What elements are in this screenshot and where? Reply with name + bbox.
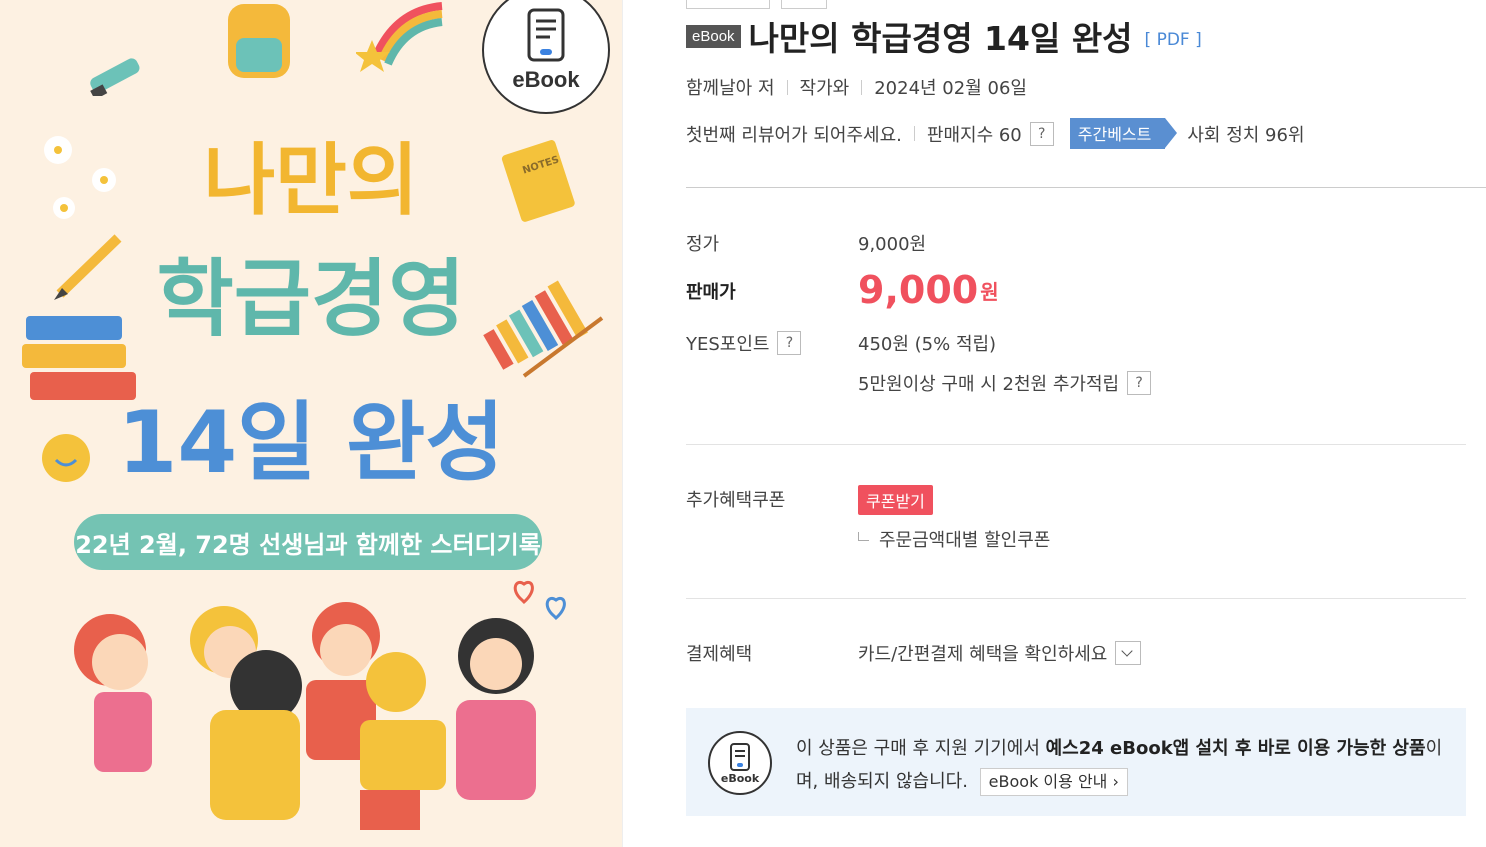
category-rank[interactable]: 사회 정치 96위: [1187, 121, 1304, 147]
ebook-badge: eBook: [482, 0, 610, 114]
book-cover[interactable]: NOTES 나만의 학급경영 14일 완성 22년 2월, 72명 선생님과 함…: [0, 0, 623, 847]
review-prompt-link[interactable]: 첫번째 리뷰어가 되어주세요.: [686, 121, 902, 147]
points-extra-help-icon[interactable]: ?: [1127, 371, 1152, 395]
ebook-device-icon: [527, 8, 565, 62]
cover-subtitle: 22년 2월, 72명 선생님과 함께한 스터디기록: [74, 514, 542, 570]
payment-benefit-text[interactable]: 카드/간편결제 혜택을 확인하세요: [858, 640, 1107, 666]
sale-price-unit: 원: [980, 279, 999, 304]
sales-index: 판매지수 60: [926, 124, 1022, 146]
ebook-tag: eBook: [686, 24, 741, 48]
sale-price-value: 9,000: [858, 268, 979, 312]
chevron-right-icon: ›: [1112, 772, 1119, 791]
sale-price-label: 판매가: [686, 282, 736, 303]
ebook-notice: eBook 이 상품은 구매 후 지원 기기에서 예스24 eBook앱 설치 …: [686, 708, 1466, 816]
sale-price: 9,000 원: [858, 268, 999, 312]
ebook-notice-text: 이 상품은 구매 후 지원 기기에서 예스24 eBook앱 설치 후 바로 이…: [796, 732, 1456, 798]
backpack-icon: [228, 4, 290, 78]
divider: [786, 79, 788, 95]
chevron-down-icon[interactable]: [1115, 641, 1142, 665]
divider: [686, 444, 1466, 445]
points-label: YES포인트: [686, 334, 770, 355]
sub-item-corner-icon: [858, 531, 869, 541]
payment-row: 카드/간편결제 혜택을 확인하세요: [858, 640, 1142, 666]
ebook-badge-label: eBook: [512, 67, 580, 92]
author-link[interactable]: 함께날아 저: [686, 74, 775, 100]
children-illustration: [74, 602, 536, 830]
ebook-notice-icon: eBook: [708, 731, 772, 795]
cover-title-line1: 나만의: [203, 136, 419, 226]
product-title: 나만의 학급경영 14일 완성: [748, 19, 1133, 58]
product-stats: 첫번째 리뷰어가 되어주세요. 판매지수 60 ? 주간베스트 사회 정치 96…: [686, 118, 1305, 149]
points-extra: 5만원이상 구매 시 2천원 추가적립: [858, 374, 1120, 395]
points-value: 450원 (5% 적립): [858, 334, 997, 355]
cover-title-line3: 14일 완성: [117, 393, 505, 493]
list-price-value: 9,000원: [858, 234, 927, 255]
points-help-icon[interactable]: ?: [777, 331, 802, 355]
divider: [686, 598, 1466, 599]
coupon-label: 추가혜택쿠폰: [686, 490, 786, 511]
notice-text-1: 이 상품은 구매 후 지원 기기에서: [796, 738, 1046, 759]
title-row: eBook 나만의 학급경영 14일 완성 [ PDF ]: [686, 12, 1202, 60]
divider: [913, 126, 915, 141]
ebook-notice-icon-label: eBook: [720, 771, 760, 785]
coupon-button-row: 쿠폰받기: [858, 485, 933, 515]
payment-label: 결제혜택: [686, 644, 753, 665]
divider: [686, 187, 1486, 188]
format-label: [ PDF ]: [1144, 30, 1202, 50]
list-price-label: 정가: [686, 234, 720, 255]
get-coupon-button[interactable]: 쿠폰받기: [858, 485, 933, 515]
product-meta: 함께날아 저 작가와 2024년 02월 06일: [686, 74, 1027, 100]
publisher-link[interactable]: 작가와: [800, 74, 850, 100]
ebook-guide-label: eBook 이용 안내: [988, 772, 1108, 791]
points-label-row: YES포인트 ?: [686, 330, 802, 356]
cover-title-line2: 학급경영: [156, 250, 466, 348]
coupon-sub-link[interactable]: 주문금액대별 할인쿠폰: [879, 526, 1050, 552]
notice-text-bold: 예스24 eBook앱 설치 후 바로 이용 가능한 상품: [1045, 738, 1426, 759]
points-extra-row: 5만원이상 구매 시 2천원 추가적립 ?: [858, 370, 1152, 396]
ebook-guide-button[interactable]: eBook 이용 안내 ›: [979, 768, 1128, 796]
ebook-device-icon: [730, 742, 750, 771]
divider: [861, 79, 863, 95]
publish-date: 2024년 02월 06일: [874, 78, 1027, 99]
weekly-best-badge[interactable]: 주간베스트: [1069, 118, 1177, 149]
coupon-sub-row: 주문금액대별 할인쿠폰: [858, 526, 1050, 552]
sales-index-help-icon[interactable]: ?: [1029, 121, 1054, 146]
marker-icon: [90, 58, 140, 96]
rainbow-star-icon: [356, 2, 443, 72]
